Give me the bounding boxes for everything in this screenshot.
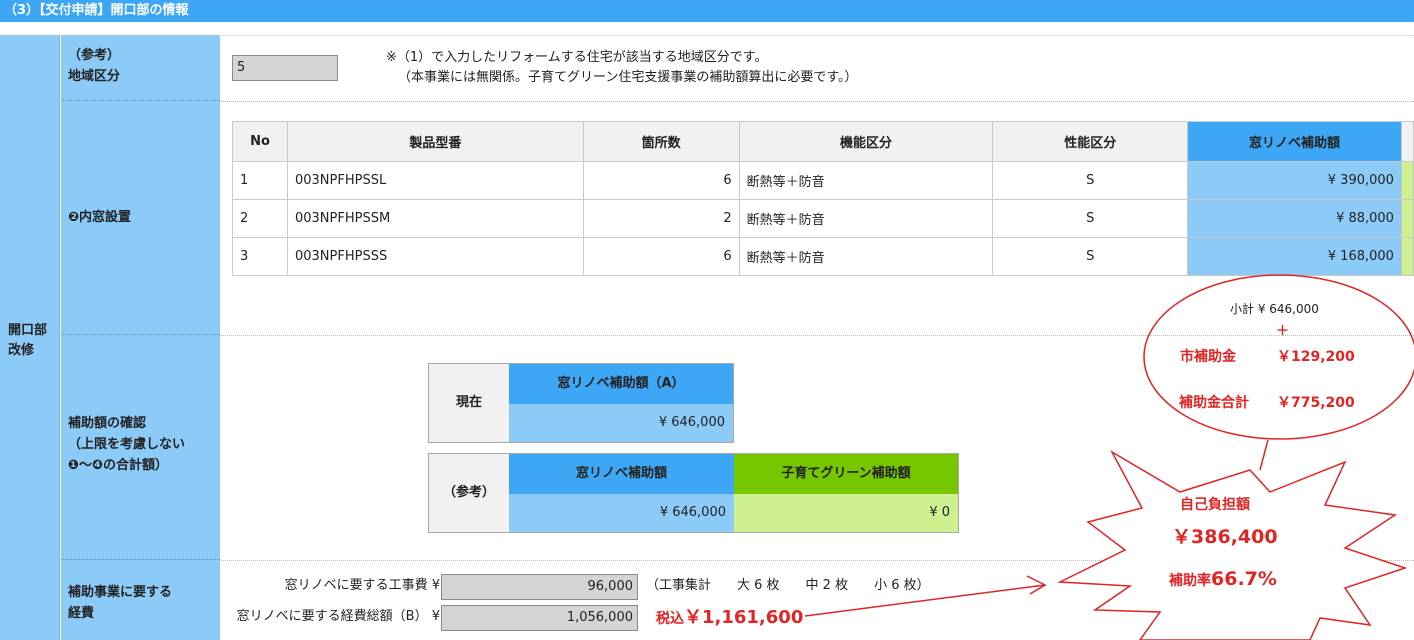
subsidy-rate-label: 補助率 [1169, 573, 1211, 589]
annotation-arrow-line [804, 584, 1046, 617]
city-subsidy-value: ￥129,200 [1277, 349, 1355, 365]
tax-included: 税込￥1,161,600 [656, 605, 803, 633]
self-pay-label: 自己負担額 [1180, 497, 1250, 513]
annotation-connector [1259, 439, 1269, 471]
subsidy-total-value: ￥775,200 [1277, 395, 1355, 411]
self-pay-value: ￥386,400 [1172, 526, 1278, 548]
subsidy-total-label: 補助金合計 [1179, 395, 1249, 411]
tax-included-label: 税込 [656, 611, 684, 627]
subsidy-rate-value: 66.7% [1211, 568, 1277, 590]
tax-included-value: ￥1,161,600 [684, 607, 804, 628]
subtotal-text: 小計 ¥ 646,000 [1230, 302, 1319, 316]
city-subsidy-label: 市補助金 [1180, 349, 1236, 365]
subsidy-rate: 補助率66.7% [1169, 567, 1277, 594]
plus-sign: ＋ [1276, 324, 1290, 339]
